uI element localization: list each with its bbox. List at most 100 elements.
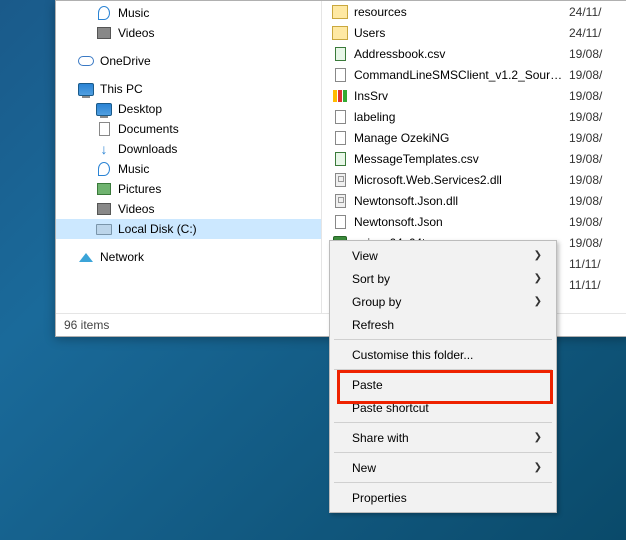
tree-pictures[interactable]: Pictures xyxy=(56,179,321,199)
network-icon xyxy=(78,249,94,265)
chevron-right-icon: ❯ xyxy=(534,296,542,307)
video-icon xyxy=(96,25,112,41)
ctx-paste[interactable]: Paste xyxy=(332,373,554,396)
pictures-icon xyxy=(96,181,112,197)
file-name: Manage OzekiNG xyxy=(354,131,563,145)
file-date: 19/08/ xyxy=(569,47,626,61)
file-icon xyxy=(332,25,348,41)
file-icon xyxy=(332,172,348,188)
tree-network[interactable]: Network xyxy=(56,247,321,267)
context-menu: View ❯ Sort by ❯ Group by ❯ Refresh Cust… xyxy=(329,240,557,513)
nav-tree: Music Videos OneDrive This PC Desktop xyxy=(56,1,322,313)
separator xyxy=(334,422,552,423)
tree-label: Downloads xyxy=(118,142,177,156)
tree-music2[interactable]: Music xyxy=(56,159,321,179)
file-row[interactable]: resources 24/11/ xyxy=(322,1,626,22)
tree-label: Videos xyxy=(118,26,154,40)
file-row[interactable]: MessageTemplates.csv19/08/ xyxy=(322,148,626,169)
file-date: 24/11/ xyxy=(569,5,626,19)
chevron-right-icon: ❯ xyxy=(534,273,542,284)
chevron-right-icon: ❯ xyxy=(534,462,542,473)
separator xyxy=(334,452,552,453)
ctx-label: Customise this folder... xyxy=(352,348,473,362)
separator xyxy=(334,339,552,340)
chevron-right-icon: ❯ xyxy=(534,432,542,443)
file-row[interactable]: InsSrv 19/08/ xyxy=(322,85,626,106)
file-row[interactable]: Manage OzekiNG 19/08/ xyxy=(322,127,626,148)
downloads-icon: ↓ xyxy=(96,141,112,157)
item-count: 96 items xyxy=(64,318,109,332)
tree-label: Local Disk (C:) xyxy=(118,222,197,236)
file-date: 19/08/ xyxy=(569,110,626,124)
ctx-paste-shortcut[interactable]: Paste shortcut xyxy=(332,396,554,419)
separator xyxy=(334,369,552,370)
file-row[interactable]: Addressbook.csv 19/08/ xyxy=(322,43,626,64)
file-row[interactable]: Newtonsoft.Json19/08/ xyxy=(322,211,626,232)
file-icon xyxy=(332,4,348,20)
file-name: CommandLineSMSClient_v1.2_Source_D... xyxy=(354,68,563,82)
file-date: 19/08/ xyxy=(569,89,626,103)
file-row[interactable]: Newtonsoft.Json.dll19/08/ xyxy=(322,190,626,211)
ctx-label: Paste shortcut xyxy=(352,401,429,415)
tree-label: This PC xyxy=(100,82,143,96)
file-icon xyxy=(332,88,348,104)
tree-onedrive[interactable]: OneDrive xyxy=(56,51,321,71)
ctx-label: View xyxy=(352,249,378,263)
ctx-label: New xyxy=(352,461,376,475)
file-icon xyxy=(332,46,348,62)
file-name: Newtonsoft.Json xyxy=(354,215,563,229)
file-date: 19/08/ xyxy=(569,131,626,145)
tree-music[interactable]: Music xyxy=(56,3,321,23)
tree-label: Music xyxy=(118,6,149,20)
tree-label: Music xyxy=(118,162,149,176)
ctx-label: Sort by xyxy=(352,272,390,286)
tree-label: Desktop xyxy=(118,102,162,116)
ctx-customise[interactable]: Customise this folder... xyxy=(332,343,554,366)
tree-videos[interactable]: Videos xyxy=(56,23,321,43)
ctx-sortby[interactable]: Sort by ❯ xyxy=(332,267,554,290)
tree-label: Documents xyxy=(118,122,179,136)
file-date: 11/11/ xyxy=(569,278,626,292)
tree-videos2[interactable]: Videos xyxy=(56,199,321,219)
tree-desktop[interactable]: Desktop xyxy=(56,99,321,119)
file-icon xyxy=(332,193,348,209)
desktop-icon xyxy=(96,101,112,117)
file-name: Addressbook.csv xyxy=(354,47,563,61)
tree-thispc[interactable]: This PC xyxy=(56,79,321,99)
file-name: InsSrv xyxy=(354,89,563,103)
ctx-label: Paste xyxy=(352,378,383,392)
file-row[interactable]: Users24/11/ xyxy=(322,22,626,43)
tree-label: Network xyxy=(100,250,144,264)
ctx-properties[interactable]: Properties xyxy=(332,486,554,509)
tree-downloads[interactable]: ↓ Downloads xyxy=(56,139,321,159)
ctx-label: Properties xyxy=(352,491,407,505)
video-icon xyxy=(96,201,112,217)
chevron-right-icon: ❯ xyxy=(534,250,542,261)
music-icon xyxy=(96,5,112,21)
file-icon xyxy=(332,67,348,83)
file-name: resources xyxy=(354,5,563,19)
disk-icon xyxy=(96,221,112,237)
tree-documents[interactable]: Documents xyxy=(56,119,321,139)
file-row[interactable]: labeling 19/08/ xyxy=(322,106,626,127)
file-date: 19/08/ xyxy=(569,68,626,82)
file-icon xyxy=(332,109,348,125)
ctx-sharewith[interactable]: Share with ❯ xyxy=(332,426,554,449)
onedrive-icon xyxy=(78,53,94,69)
separator xyxy=(334,482,552,483)
tree-label: OneDrive xyxy=(100,54,151,68)
file-icon xyxy=(332,151,348,167)
ctx-label: Group by xyxy=(352,295,401,309)
ctx-refresh[interactable]: Refresh xyxy=(332,313,554,336)
tree-label: Pictures xyxy=(118,182,161,196)
ctx-groupby[interactable]: Group by ❯ xyxy=(332,290,554,313)
file-date: 24/11/ xyxy=(569,26,626,40)
ctx-view[interactable]: View ❯ xyxy=(332,244,554,267)
documents-icon xyxy=(96,121,112,137)
file-row[interactable]: Microsoft.Web.Services2.dll19/08/ xyxy=(322,169,626,190)
file-row[interactable]: CommandLineSMSClient_v1.2_Source_D... 19/… xyxy=(322,64,626,85)
file-date: 19/08/ xyxy=(569,173,626,187)
tree-localdisk[interactable]: Local Disk (C:) xyxy=(56,219,321,239)
ctx-new[interactable]: New ❯ xyxy=(332,456,554,479)
file-name: labeling xyxy=(354,110,563,124)
